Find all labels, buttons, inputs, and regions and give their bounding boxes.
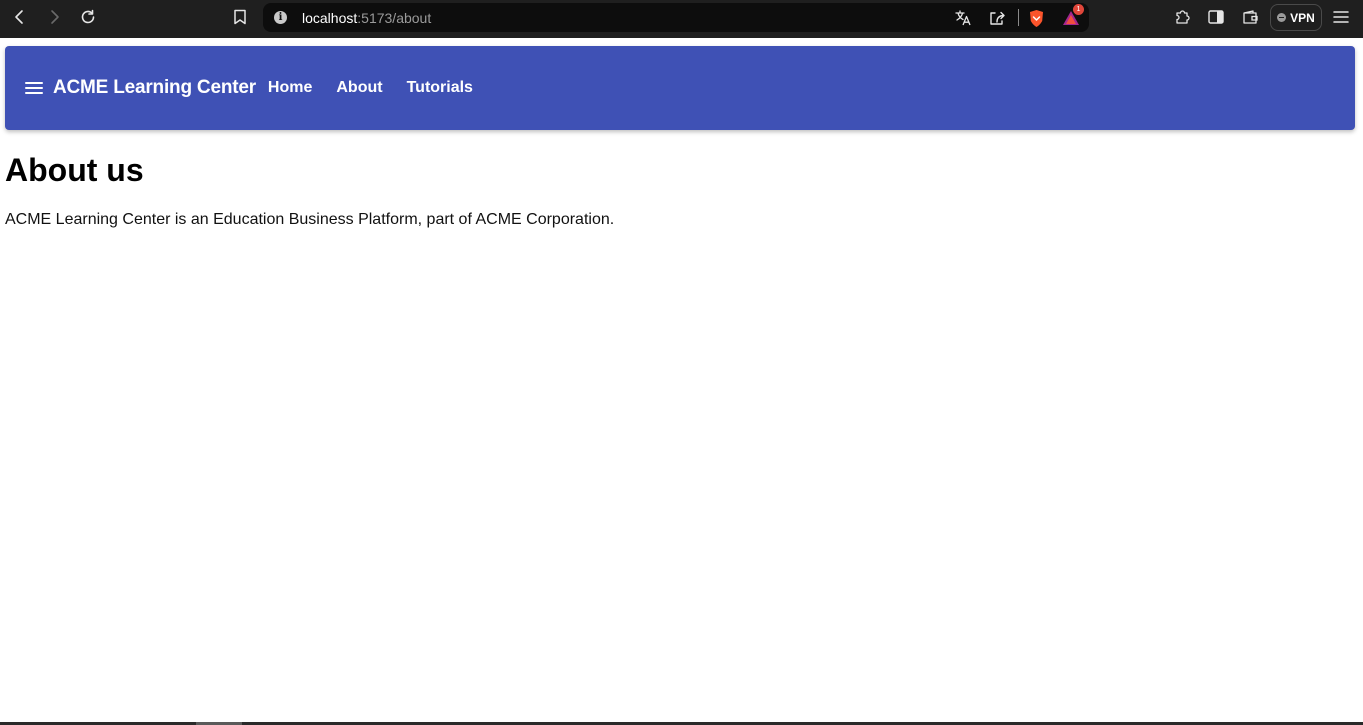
bookmark-icon[interactable]: [226, 5, 254, 29]
browser-toolbar: i localhost:5173/about 1 VPN: [0, 0, 1363, 38]
about-description: ACME Learning Center is an Education Bus…: [5, 211, 615, 228]
brand-title[interactable]: ACME Learning Center: [53, 77, 256, 99]
extensions-icon[interactable]: [1169, 5, 1197, 29]
nav-link-about[interactable]: About: [336, 79, 382, 97]
share-icon[interactable]: [987, 8, 1007, 28]
info-icon[interactable]: i: [274, 11, 287, 24]
address-bar[interactable]: i localhost:5173/about 1: [263, 3, 1089, 32]
reload-icon[interactable]: [74, 5, 102, 29]
rewards-badge: 1: [1073, 4, 1084, 15]
vpn-button[interactable]: VPN: [1270, 4, 1322, 31]
nav-link-home[interactable]: Home: [268, 79, 312, 97]
vpn-icon: [1277, 13, 1287, 22]
page-title: About us: [5, 152, 144, 188]
sidebar-icon[interactable]: [1202, 5, 1230, 29]
hamburger-menu-icon[interactable]: [25, 81, 43, 95]
app-bar: ACME Learning Center Home About Tutorial…: [5, 46, 1355, 130]
forward-icon[interactable]: [40, 5, 68, 29]
brave-rewards-icon[interactable]: 1: [1061, 4, 1084, 28]
url-path: :5173/about: [357, 10, 432, 26]
menu-icon[interactable]: [1327, 5, 1355, 29]
url-host: localhost: [302, 10, 358, 26]
url-text[interactable]: localhost:5173/about: [302, 10, 431, 26]
back-icon[interactable]: [6, 5, 34, 29]
translate-icon[interactable]: [953, 8, 973, 28]
address-bar-divider: [1018, 9, 1019, 26]
nav-link-tutorials[interactable]: Tutorials: [407, 79, 473, 97]
wallet-icon[interactable]: [1236, 5, 1264, 29]
brave-shields-icon[interactable]: [1026, 8, 1046, 28]
vpn-label: VPN: [1290, 10, 1315, 25]
